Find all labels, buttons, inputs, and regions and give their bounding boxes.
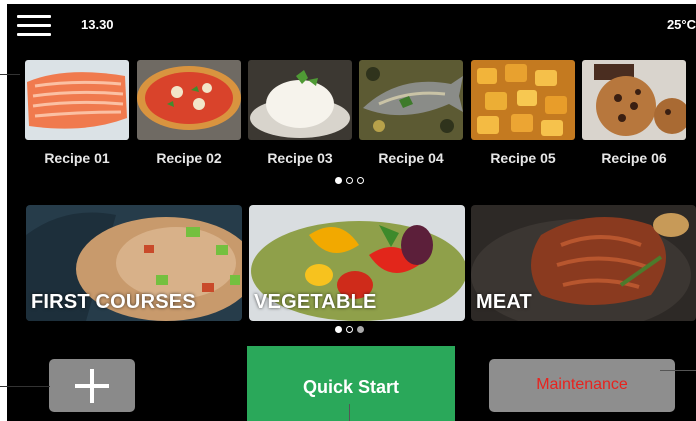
recipe-label-05: Recipe 05 [490,150,556,166]
recipe-label-03: Recipe 03 [267,150,333,166]
recipe-label-04: Recipe 04 [378,150,444,166]
rice-image [248,60,352,140]
category-vegetable[interactable]: VEGETABLE [249,205,465,321]
recipe-label-01: Recipe 01 [44,150,110,166]
page-dot-1[interactable] [335,326,342,333]
page-dot-2[interactable] [346,177,353,184]
recipe-card-05[interactable] [471,60,575,140]
recipe-page-indicator[interactable] [335,177,364,184]
cookies-image [582,60,686,140]
recipe-card-01[interactable] [25,60,129,140]
category-label: FIRST COURSES [31,291,196,313]
callout-line-quick-start [349,404,350,421]
page-dot-3[interactable] [357,177,364,184]
add-button[interactable] [49,359,135,412]
callout-line-maintenance [660,370,696,371]
control-panel-screen: 13.30 25°C Recipe 01 Recipe 02 Recipe 03… [7,4,696,421]
recipe-card-04[interactable] [359,60,463,140]
page-dot-1[interactable] [335,177,342,184]
category-meat[interactable]: MEAT [471,205,696,321]
recipe-label-06: Recipe 06 [601,150,667,166]
category-label: MEAT [476,291,532,313]
category-page-indicator[interactable] [335,326,364,333]
clock: 13.30 [81,17,114,32]
temperature-readout: 25°C [666,17,696,32]
roasted-potatoes-image [471,60,575,140]
recipe-card-03[interactable] [248,60,352,140]
page-dot-2[interactable] [346,326,353,333]
category-label: VEGETABLE [254,291,377,313]
page-dot-3[interactable] [357,326,364,333]
pizza-image [137,60,241,140]
recipe-card-06[interactable] [582,60,686,140]
callout-line-recipes [0,74,20,75]
category-first-courses[interactable]: FIRST COURSES [26,205,242,321]
grilled-fish-image [359,60,463,140]
hamburger-menu-icon[interactable] [17,15,51,37]
callout-line-add [0,386,50,387]
quick-start-button[interactable]: Quick Start [247,346,455,421]
recipe-label-02: Recipe 02 [156,150,222,166]
maintenance-button[interactable]: Maintenance [489,359,675,412]
quick-start-label: Quick Start [302,377,400,397]
maintenance-label: Maintenance [536,376,628,393]
recipe-card-02[interactable] [137,60,241,140]
salmon-fillet-image [25,60,129,140]
